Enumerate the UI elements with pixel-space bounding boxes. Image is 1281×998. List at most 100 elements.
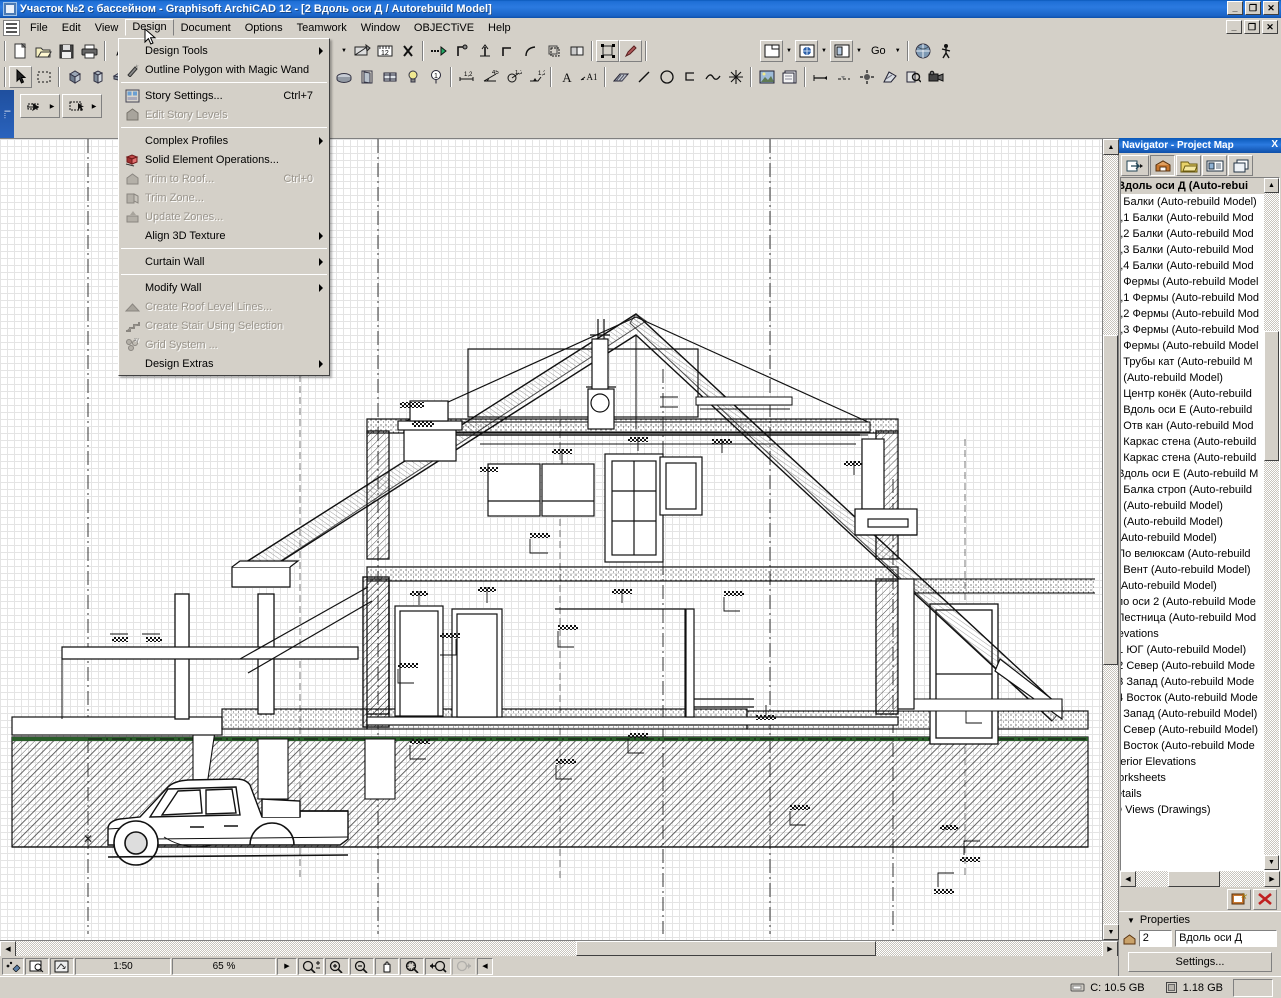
navigator-tree-item[interactable]: 25 Центр конёк (Auto-rebuild — [1121, 386, 1264, 402]
navigator-tree-item[interactable]: 22 Фермы (Auto-rebuild Model — [1121, 338, 1264, 354]
dimension-icon[interactable]: 12 — [373, 40, 396, 62]
navigator-tree-item[interactable]: 3 Вдоль оси Е (Auto-rebuild M — [1121, 466, 1264, 482]
nav-layout-book-icon[interactable] — [1202, 155, 1227, 176]
navigator-tree-item[interactable]: Elevations — [1121, 626, 1264, 642]
horizontal-scroll-thumb[interactable] — [576, 941, 876, 956]
menu-help[interactable]: Help — [481, 20, 518, 36]
nav-scroll-track[interactable] — [1264, 193, 1279, 855]
story-number-input[interactable]: 2 — [1138, 930, 1173, 947]
layout-view-icon[interactable] — [830, 40, 853, 62]
menu-item-curtain-wall[interactable]: Curtain Wall — [119, 252, 329, 271]
scroll-right-button[interactable]: ▶ — [1102, 941, 1118, 957]
infobox-tool-1[interactable]: ▶ — [20, 94, 60, 118]
nav-project-map-icon[interactable] — [1150, 155, 1175, 176]
scroll-left-button[interactable]: ◀ — [0, 941, 16, 957]
open-file-icon[interactable] — [32, 40, 55, 62]
menu-document[interactable]: Document — [174, 20, 238, 36]
scale-indicator[interactable]: 1:50 — [75, 957, 171, 975]
horizontal-scroll-track[interactable] — [16, 941, 1102, 956]
infobox-arrow-2-icon[interactable]: ▶ — [92, 103, 97, 110]
split-icon[interactable] — [450, 40, 473, 62]
navigator-tree-item[interactable]: 21,3 Фермы (Auto-rebuild Mod — [1121, 322, 1264, 338]
navigator-tree-item[interactable]: 30 Балка строп (Auto-rebuild — [1121, 482, 1264, 498]
3d-cut-icon[interactable] — [596, 40, 619, 62]
menu-options[interactable]: Options — [238, 20, 290, 36]
interior-elevation-icon[interactable] — [855, 66, 878, 88]
menu-item-story-settings[interactable]: Story Settings... Ctrl+7 — [119, 86, 329, 105]
navigator-tree-item[interactable]: 21,2 Фермы (Auto-rebuild Mod — [1121, 306, 1264, 322]
fillet-icon[interactable] — [519, 40, 542, 62]
navigator-tree-item[interactable]: 23 Трубы кат (Auto-rebuild M — [1121, 354, 1264, 370]
menu-window[interactable]: Window — [354, 20, 407, 36]
marquee-tool-icon[interactable] — [32, 66, 55, 88]
doc-minimize-button[interactable]: _ — [1226, 20, 1242, 34]
circle-tool-icon[interactable] — [655, 66, 678, 88]
zoom-indicator[interactable]: 65 % — [172, 957, 276, 975]
navigator-close-icon[interactable]: X — [1271, 139, 1278, 150]
fit-in-window-icon[interactable] — [400, 957, 424, 975]
nav-scroll-thumb[interactable] — [1264, 331, 1279, 461]
menu-item-align-3d-texture[interactable]: Align 3D Texture — [119, 226, 329, 245]
navigator-tree-item[interactable]: 32 (Auto-rebuild Model) — [1121, 514, 1264, 530]
navigator-tree-item[interactable]: 50 Вент (Auto-rebuild Model) — [1121, 562, 1264, 578]
adjust-icon[interactable] — [473, 40, 496, 62]
trim-icon[interactable] — [427, 40, 450, 62]
go-dropdown-arrow-icon[interactable]: ▼ — [892, 40, 904, 62]
fill-tool-icon[interactable] — [609, 66, 632, 88]
angle-dimension-icon[interactable]: 45 — [478, 66, 501, 88]
render-globe-icon[interactable] — [912, 40, 935, 62]
drawing-update-icon[interactable] — [50, 957, 74, 975]
zone-tool-icon[interactable]: 1 — [424, 66, 447, 88]
navigator-tree-item[interactable]: 26 Вдоль оси Е (Auto-rebuild — [1121, 402, 1264, 418]
zoom-steps-icon[interactable] — [298, 957, 324, 975]
properties-header[interactable]: ▼ Properties — [1119, 911, 1281, 928]
navigator-tree-item[interactable]: 8 Лестница (Auto-rebuild Mod — [1121, 610, 1264, 626]
window-view-icon[interactable] — [760, 40, 783, 62]
lamp-tool-icon[interactable] — [401, 66, 424, 88]
save-file-icon[interactable] — [55, 40, 78, 62]
maximize-button[interactable]: ❐ — [1245, 1, 1261, 15]
scroll-left-icon[interactable]: ◀ — [477, 957, 493, 975]
window-view-dropdown-arrow-icon[interactable]: ▼ — [783, 40, 795, 62]
vertical-scroll-thumb[interactable] — [1103, 335, 1118, 665]
pen-dropdown-arrow-icon[interactable]: ▼ — [338, 40, 350, 62]
nav-hscroll-track[interactable] — [1136, 871, 1264, 887]
section-tool-icon[interactable] — [809, 66, 832, 88]
navigator-tree-item[interactable]: 20,1 Балки (Auto-rebuild Mod — [1121, 210, 1264, 226]
dimension-tool-icon[interactable]: 1,2 — [455, 66, 478, 88]
menu-item-modify-wall[interactable]: Modify Wall — [119, 278, 329, 297]
go-button[interactable]: Go — [865, 41, 892, 61]
door-tool-icon[interactable] — [355, 66, 378, 88]
info-box-grip[interactable]: I... — [0, 90, 14, 138]
minimize-button[interactable]: _ — [1227, 1, 1243, 15]
intersect-icon[interactable] — [496, 40, 519, 62]
navigator-tree-item[interactable]: 31 (Auto-rebuild Model) — [1121, 498, 1264, 514]
column-tool-icon[interactable] — [86, 66, 109, 88]
nav-scroll-left-button[interactable]: ◀ — [1120, 871, 1136, 887]
scroll-up-button[interactable]: ▲ — [1103, 139, 1119, 155]
menu-view[interactable]: View — [88, 20, 126, 36]
polyline-tool-icon[interactable] — [678, 66, 701, 88]
nav-delete-icon[interactable] — [1253, 888, 1277, 910]
navigator-tree-item[interactable]: 28 Каркас стена (Auto-rebuild — [1121, 434, 1264, 450]
figure-tool-icon[interactable] — [755, 66, 778, 88]
design-menu-dropdown[interactable]: Design Tools Outline Polygon with Magic W… — [118, 38, 330, 376]
nav-scroll-up-button[interactable]: ▲ — [1264, 178, 1279, 193]
new-file-icon[interactable] — [9, 40, 32, 62]
menu-item-outline-polygon-with-magic-wand[interactable]: Outline Polygon with Magic Wand — [119, 60, 329, 79]
show-hide-3d-icon[interactable] — [2, 957, 24, 975]
navigator-tree-item[interactable]: 29 Каркас стена (Auto-rebuild — [1121, 450, 1264, 466]
navigator-tree-item[interactable]: 15 Восток (Auto-rebuild Mode — [1121, 738, 1264, 754]
navigator-tree-item[interactable]: 21,1 Фермы (Auto-rebuild Mod — [1121, 290, 1264, 306]
menu-item-complex-profiles[interactable]: Complex Profiles — [119, 131, 329, 150]
arrow-tool-icon[interactable] — [9, 66, 32, 88]
properties-collapse-icon[interactable]: ▼ — [1127, 916, 1135, 925]
navigator-tree-item[interactable]: Details — [1121, 786, 1264, 802]
layout-view-dropdown-arrow-icon[interactable]: ▼ — [853, 40, 865, 62]
offset-icon[interactable] — [542, 40, 565, 62]
zoom-popup-arrow-icon[interactable]: ▶ — [277, 957, 297, 975]
navigator-tree-item[interactable]: 13 Запад (Auto-rebuild Model) — [1121, 706, 1264, 722]
spline-tool-icon[interactable] — [701, 66, 724, 88]
menu-objective[interactable]: OBJECTiVE — [407, 20, 481, 36]
wall-tool-icon[interactable] — [63, 66, 86, 88]
